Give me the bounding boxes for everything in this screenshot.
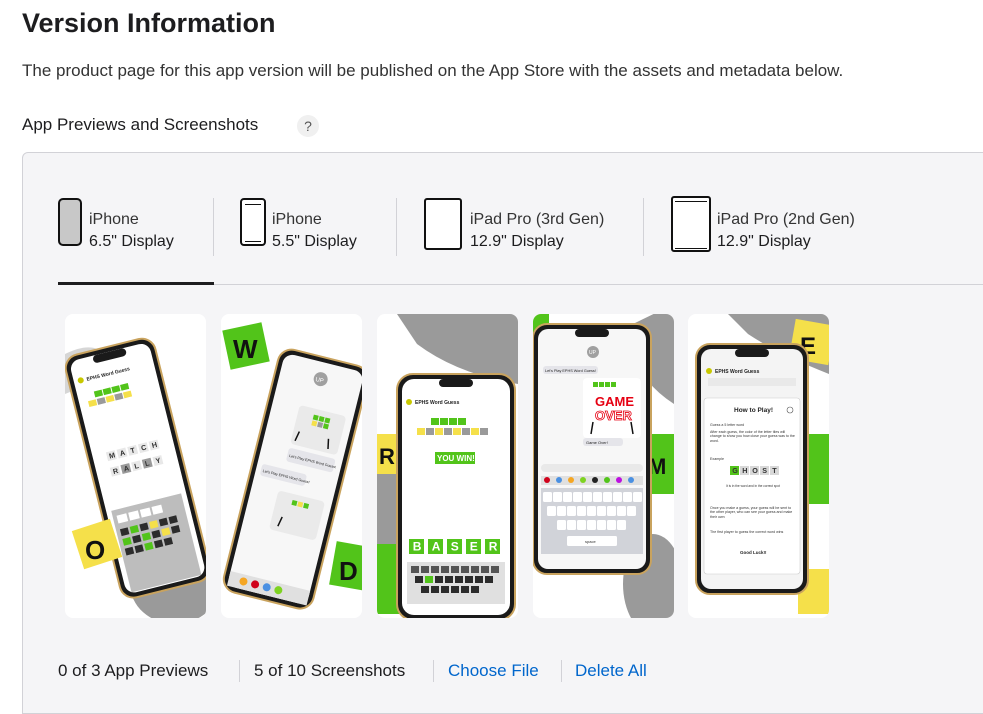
space-key: space xyxy=(585,539,596,544)
footer-divider xyxy=(433,660,434,682)
rule-text: The first player to guess the correct wo… xyxy=(710,530,784,534)
page-title: Version Information xyxy=(22,8,276,38)
ipad-home-button-icon xyxy=(671,196,711,252)
app-header: EPHS Word Guess xyxy=(715,369,760,375)
footer-divider xyxy=(561,660,562,682)
tab-label-device: iPhone xyxy=(89,211,139,228)
screenshot-thumbnail-4[interactable]: M UP Let's Play EPHS Word Guess! GAME OV… xyxy=(533,314,674,618)
tab-iphone-5-5[interactable]: iPhone 5.5" Display xyxy=(240,198,380,260)
iphone-icon xyxy=(58,198,82,246)
letter-tile-text: G xyxy=(732,466,738,475)
letter-tile-text: S xyxy=(451,540,459,554)
ipad-icon xyxy=(424,198,462,250)
win-text: YOU WIN! xyxy=(437,454,475,463)
message-bubble: Game Over! xyxy=(586,440,608,445)
message-preview: Let's Play EPHS Word Guess! xyxy=(545,369,596,373)
letter-tile-text: B xyxy=(413,540,422,554)
modal-title: How to Play! xyxy=(734,407,773,414)
svg-text:R: R xyxy=(379,444,395,469)
screenshot-thumbnail-1[interactable]: EPHS Word Guess MATCH RALLY O xyxy=(65,314,206,618)
screenshots-count: 5 of 10 Screenshots xyxy=(254,661,406,680)
section-heading: App Previews and Screenshots xyxy=(22,115,259,134)
game-over-title: GAME xyxy=(595,394,634,409)
help-button[interactable]: ? xyxy=(297,115,319,137)
game-over-title: OVER xyxy=(595,408,632,423)
letter-tile-text: H xyxy=(742,466,747,475)
tab-label-display: 12.9" Display xyxy=(717,233,811,250)
delete-all-link[interactable]: Delete All xyxy=(575,661,647,681)
tab-label-device: iPad Pro (3rd Gen) xyxy=(470,211,605,228)
big-letter: W xyxy=(233,334,258,364)
tab-divider xyxy=(213,198,214,256)
tab-divider xyxy=(396,198,397,256)
svg-text:O: O xyxy=(85,535,105,565)
tab-ipad-pro-2nd-gen[interactable]: iPad Pro (2nd Gen) 12.9" Display xyxy=(671,196,881,260)
tab-ipad-pro-3rd-gen[interactable]: iPad Pro (3rd Gen) 12.9" Display xyxy=(424,198,624,260)
letter-tile-text: O xyxy=(752,466,758,475)
contact-avatar: UP xyxy=(589,350,597,356)
letter-tile-text: A xyxy=(432,540,441,554)
app-header: EPHS Word Guess xyxy=(415,400,460,406)
tab-label-device: iPad Pro (2nd Gen) xyxy=(717,211,855,228)
letter-tile-text: S xyxy=(762,466,767,475)
app-previews-count: 0 of 3 App Previews xyxy=(58,661,209,680)
big-letter: D xyxy=(339,556,358,586)
tab-label-display: 5.5" Display xyxy=(272,233,357,250)
screenshot-thumbnail-2[interactable]: W D UP Let's Play EPHS Word Guess! Let's… xyxy=(221,314,362,618)
good-luck-text: Good Luck!! xyxy=(740,550,767,555)
tab-label-display: 6.5" Display xyxy=(89,233,174,250)
rule-text: After each guess, the color of the lette… xyxy=(710,430,795,443)
screenshot-thumbnail-5[interactable]: E EPHS Word Guess How to Play! Guess a 5… xyxy=(688,314,829,618)
selected-tab-indicator xyxy=(58,282,214,285)
letter-tile-text: T xyxy=(772,466,777,475)
footer-divider xyxy=(239,660,240,682)
rule-text: Once you make a guess, your guess will b… xyxy=(710,506,793,519)
letter-tile-text: E xyxy=(470,540,478,554)
tab-divider xyxy=(643,198,644,256)
screenshot-thumbnail-3[interactable]: R EPHS Word Guess YOU WIN! BASER xyxy=(377,314,518,618)
tab-iphone-6-5[interactable]: iPhone 6.5" Display xyxy=(58,198,208,260)
rule-text: Example xyxy=(710,457,724,461)
choose-file-link[interactable]: Choose File xyxy=(448,661,539,681)
iphone-home-button-icon xyxy=(240,198,266,246)
tab-label-display: 12.9" Display xyxy=(470,233,564,250)
page-subtitle: The product page for this app version wi… xyxy=(22,61,844,80)
rule-text: It is in the word and in the correct spo… xyxy=(726,484,780,488)
rule-text: Guess a 5 letter word xyxy=(710,423,744,427)
letter-tile-text: R xyxy=(489,540,498,554)
tab-label-device: iPhone xyxy=(272,211,322,228)
